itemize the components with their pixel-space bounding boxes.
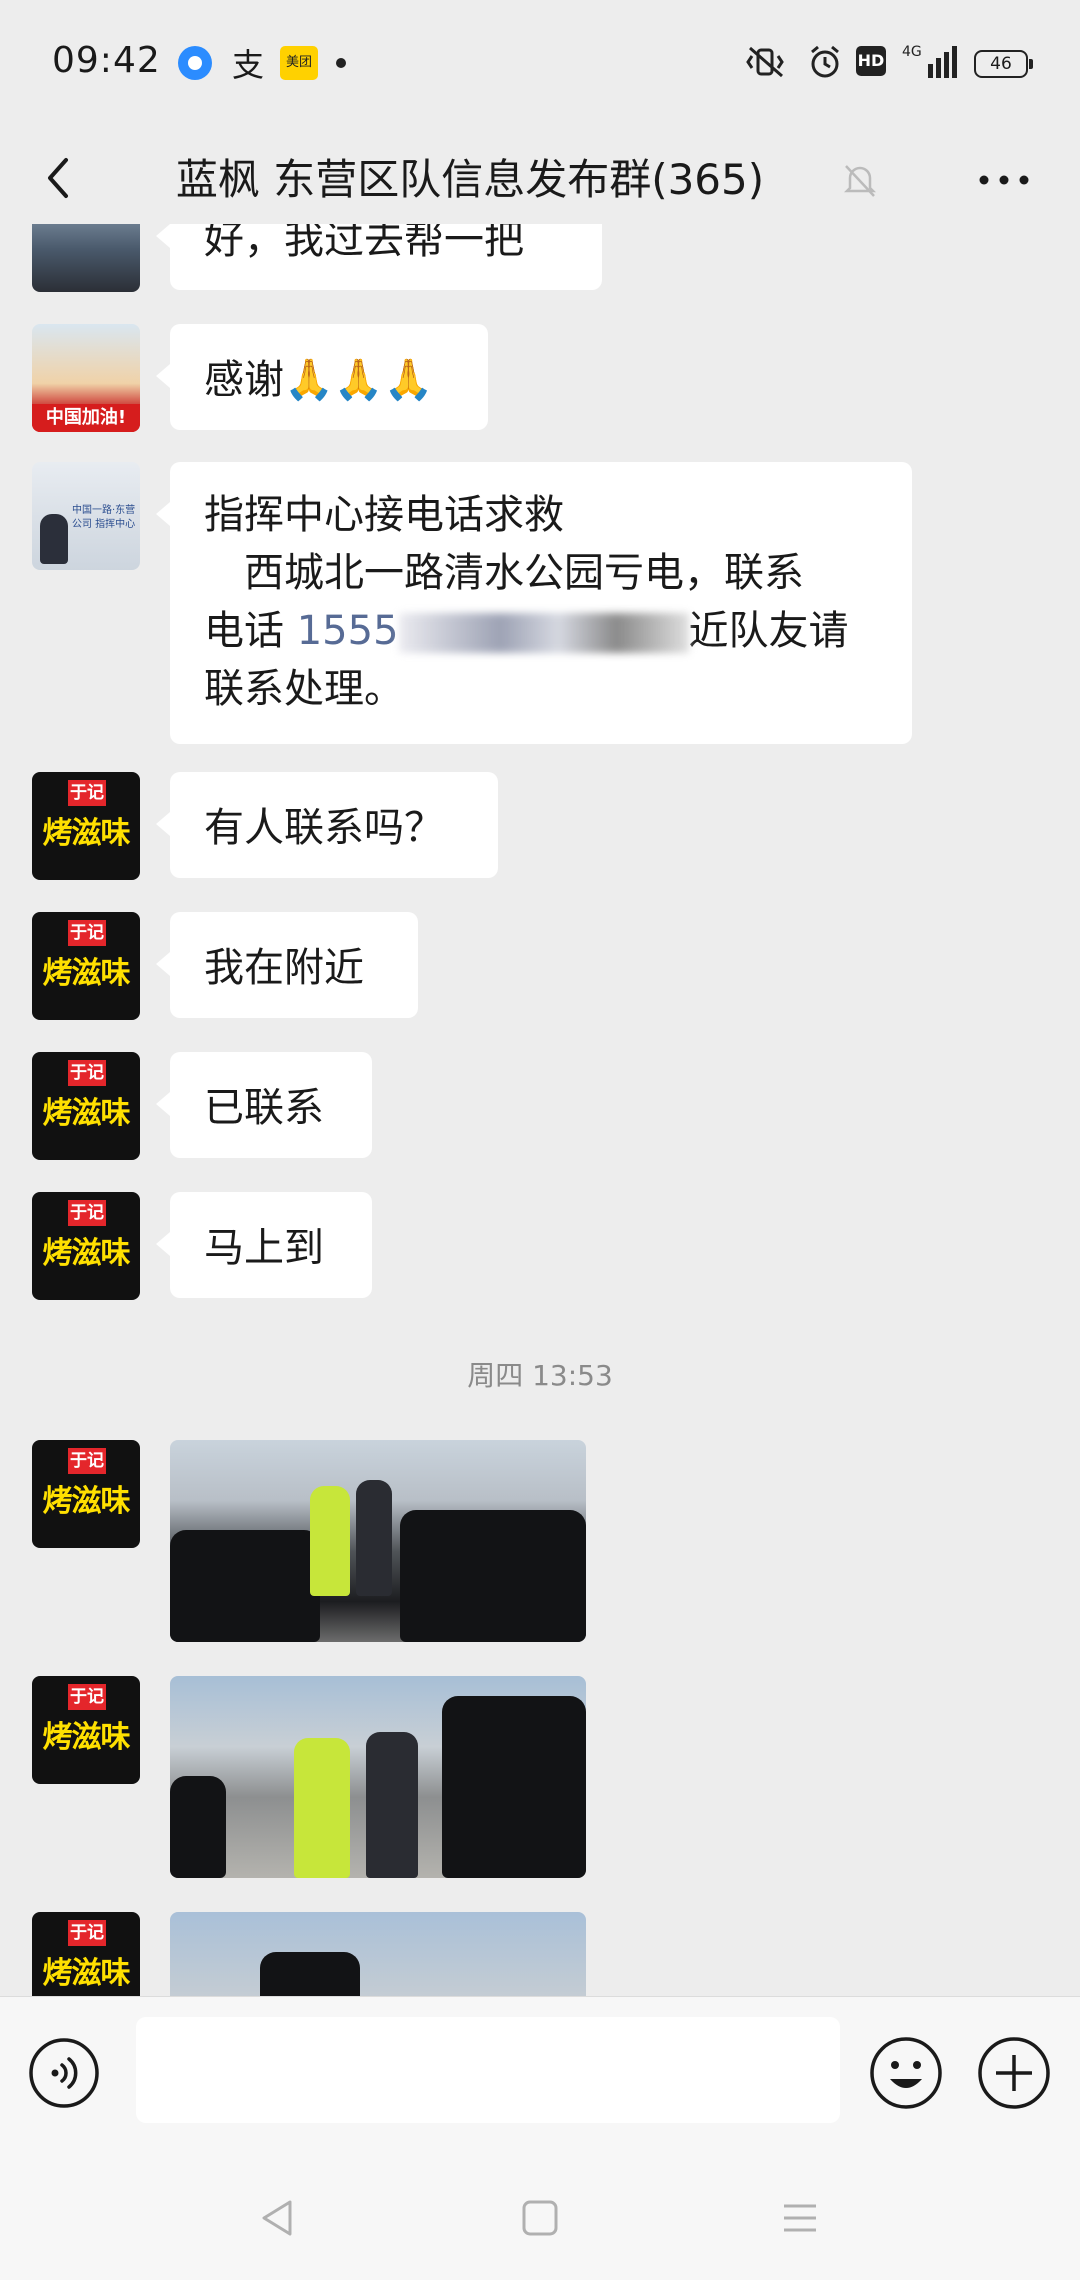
nav-back-icon[interactable] [256, 2196, 300, 2240]
avatar-label: 中国加油! [32, 404, 140, 432]
chat-timestamp: 周四 13:53 [467, 1359, 613, 1392]
photo-person [356, 1480, 392, 1596]
avatar[interactable]: 于记 烤滋味 [32, 1192, 140, 1300]
mute-bell-icon [843, 165, 877, 197]
message-line: 指挥中心接电话求救 [204, 492, 564, 538]
avatar[interactable]: 于记 烤滋味 [32, 772, 140, 880]
battery-icon: 46 [974, 50, 1033, 78]
nav-home-icon[interactable] [520, 2198, 560, 2238]
avatar[interactable]: 于记 烤滋味 [32, 1052, 140, 1160]
photo-person [294, 1738, 350, 1878]
avatar[interactable]: 中国加油! [32, 324, 140, 432]
meituan-icon: 美团 [280, 46, 318, 80]
photo-car [400, 1510, 586, 1642]
redacted-region [398, 613, 689, 653]
alipay-icon: 支 [232, 46, 265, 84]
message-text: 有人联系吗？ [204, 805, 444, 851]
photo-person [366, 1732, 418, 1878]
alarm-icon [811, 45, 839, 78]
qq-browser-icon [178, 46, 212, 80]
avatar[interactable]: 中国一路·东营公司 指挥中心 [32, 462, 140, 570]
photo-car [170, 1776, 226, 1878]
message-text: 好，我过去帮一把 [204, 224, 524, 263]
avatar-badge: 于记 [68, 920, 106, 946]
message-bubble[interactable]: 有人联系吗？ [156, 772, 498, 878]
avatar-label: 烤滋味 [42, 816, 131, 851]
status-bar: 09:42 支 美团 HD 4G 46 [0, 0, 1080, 130]
system-nav-bar [0, 2156, 1080, 2280]
message-line: 电话 1555 近队友请 [204, 608, 849, 654]
avatar[interactable]: 于记 烤滋味 [32, 1676, 140, 1784]
message-input[interactable] [136, 2017, 840, 2123]
more-options-icon[interactable] [972, 152, 1036, 208]
chat-title: 蓝枫 东营区队信息发布群(365) [175, 155, 765, 204]
avatar-label: 烤滋味 [42, 1236, 131, 1271]
status-time: 09:42 [52, 40, 161, 81]
avatar-badge: 于记 [68, 1684, 106, 1710]
message-bubble[interactable]: 好，我过去帮一把 [156, 224, 602, 290]
message-line: 西城北一路清水公园亏电，联系 [204, 550, 804, 596]
avatar[interactable]: 于记 烤滋味 [32, 1912, 140, 1996]
hd-icon: HD [856, 46, 886, 76]
emoji-icon[interactable] [868, 2035, 944, 2111]
avatar-person [40, 514, 68, 564]
image-message[interactable] [170, 1440, 586, 1642]
message-text: 感谢🙏🙏🙏 [204, 357, 434, 403]
message-bubble[interactable]: 我在附近 [156, 912, 418, 1018]
avatar[interactable]: 于记 烤滋味 [32, 1440, 140, 1548]
avatar-badge: 于记 [68, 1448, 106, 1474]
photo-car [170, 1530, 320, 1642]
avatar-label: 烤滋味 [42, 956, 131, 991]
avatar-label: 烤滋味 [42, 1720, 131, 1755]
avatar-badge: 于记 [68, 1920, 106, 1946]
avatar[interactable] [32, 224, 140, 292]
message-text: 我在附近 [204, 945, 364, 991]
avatar-badge: 于记 [68, 780, 106, 806]
add-more-icon[interactable] [976, 2035, 1052, 2111]
phone-link[interactable]: 1555 [297, 608, 399, 654]
avatar-label: 烤滋味 [42, 1956, 131, 1991]
back-arrow-icon[interactable] [30, 148, 90, 208]
title-bar: 蓝枫 东营区队信息发布群(365) [0, 130, 1080, 230]
message-bubble[interactable]: 已联系 [156, 1052, 372, 1158]
notification-dot [336, 58, 346, 68]
message-text: 马上到 [204, 1225, 324, 1271]
signal-icon: 4G [902, 44, 957, 78]
avatar-label: 烤滋味 [42, 1484, 131, 1519]
chat-messages[interactable]: 好，我过去帮一把 中国加油! 感谢🙏🙏🙏 中国一路·东营公司 指挥中心 指挥中心… [0, 224, 1080, 1996]
message-text: 已联系 [204, 1085, 324, 1131]
photo-person [310, 1486, 350, 1596]
avatar[interactable]: 于记 烤滋味 [32, 912, 140, 1020]
vibrate-mute-icon [746, 46, 784, 78]
photo-car [442, 1696, 586, 1878]
message-bubble[interactable]: 感谢🙏🙏🙏 [156, 324, 488, 430]
image-message[interactable] [170, 1676, 586, 1878]
voice-input-icon[interactable] [28, 2037, 100, 2109]
avatar-badge: 于记 [68, 1200, 106, 1226]
avatar-label: 中国一路·东营公司 指挥中心 [72, 505, 136, 530]
input-bar [0, 1996, 1080, 2157]
message-bubble[interactable]: 指挥中心接电话求救 西城北一路清水公园亏电，联系 电话 1555 近队友请 联系处… [156, 462, 912, 744]
message-bubble[interactable]: 马上到 [156, 1192, 372, 1298]
image-message[interactable] [170, 1912, 586, 1996]
message-line: 联系处理。 [204, 666, 404, 712]
photo-car [260, 1952, 360, 1996]
network-label: 4G [902, 44, 922, 60]
nav-menu-icon[interactable] [780, 2200, 820, 2236]
avatar-badge: 于记 [68, 1060, 106, 1086]
avatar-label: 烤滋味 [42, 1096, 131, 1131]
